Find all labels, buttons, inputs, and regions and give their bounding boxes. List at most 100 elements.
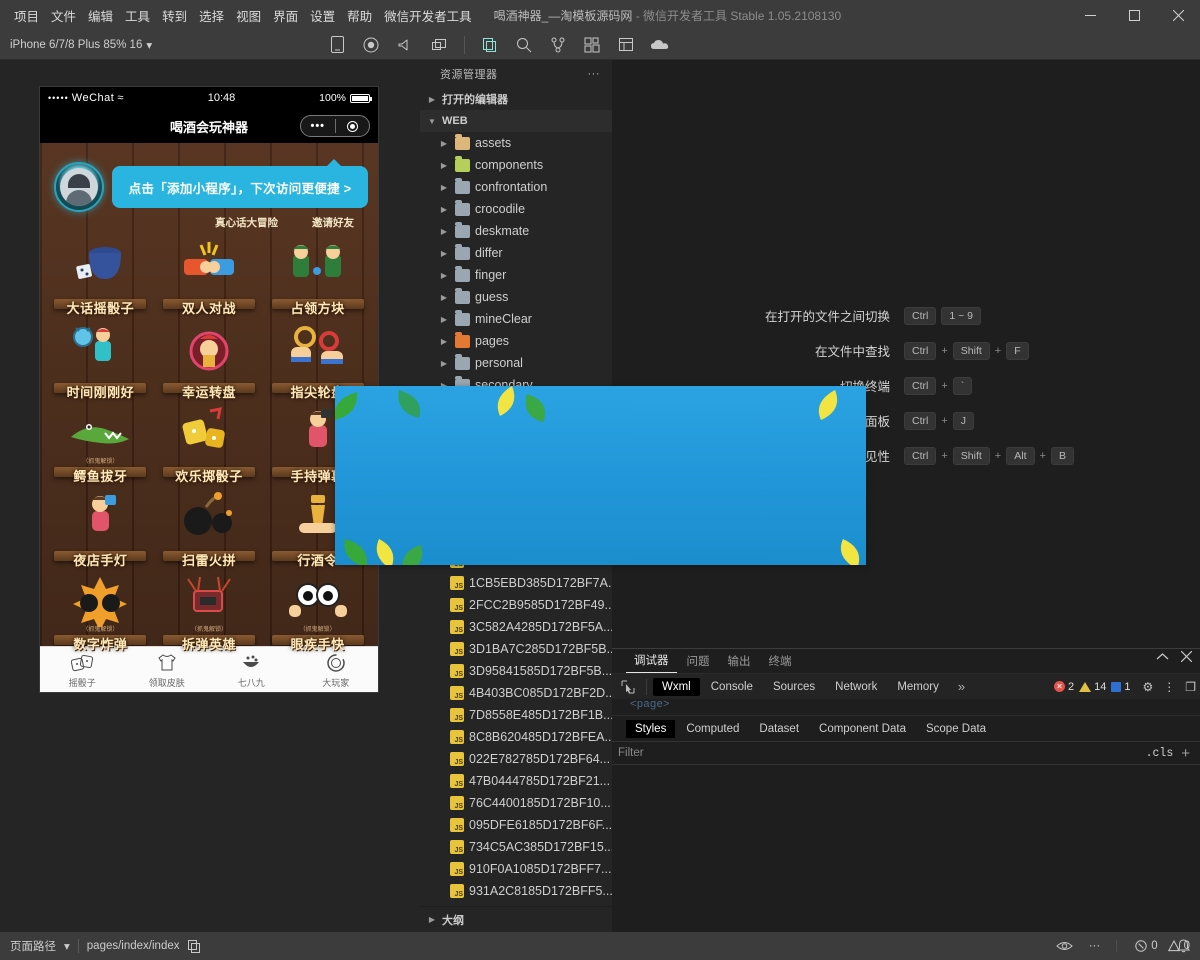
tree-row-file[interactable]: JS931A2C8185D172BFF5... bbox=[420, 880, 612, 902]
menu-item-tools[interactable]: 工具 bbox=[119, 2, 156, 29]
tree-row-file[interactable]: JS3D95841585D172BF5B... bbox=[420, 660, 612, 682]
tab-item-dice[interactable]: 摇骰子 bbox=[40, 647, 125, 693]
maximize-button[interactable] bbox=[1112, 0, 1156, 30]
sub-tab-computed[interactable]: Computed bbox=[677, 720, 748, 738]
menu-item-select[interactable]: 选择 bbox=[193, 2, 230, 29]
panel-tab-problems[interactable]: 问题 bbox=[679, 651, 718, 673]
sound-icon[interactable] bbox=[390, 33, 420, 57]
menu-item-interface[interactable]: 界面 bbox=[267, 2, 304, 29]
dock-icon[interactable]: ❐ bbox=[1185, 680, 1196, 694]
game-tile[interactable]: 时间刚刚好 bbox=[46, 321, 155, 405]
game-tile[interactable]: （抓鬼解锁） 拆弹英雄 bbox=[155, 573, 264, 657]
capsule-close-icon[interactable] bbox=[336, 121, 370, 132]
section-outline[interactable]: ▶ 大纲 bbox=[420, 906, 612, 932]
game-tile[interactable]: 扫雷火拼 bbox=[155, 489, 264, 573]
tree-row-folder[interactable]: ▶deskmate bbox=[420, 220, 612, 242]
search-icon[interactable] bbox=[509, 33, 539, 57]
capsule-menu-icon[interactable]: ••• bbox=[301, 120, 335, 132]
tree-row-file[interactable]: JS095DFE6185D172BF6F... bbox=[420, 814, 612, 836]
game-tile[interactable]: 大话摇骰子 bbox=[46, 237, 155, 321]
panel-tab-output[interactable]: 输出 bbox=[720, 651, 759, 673]
section-open-editors[interactable]: ▶ 打开的编辑器 bbox=[420, 88, 612, 110]
tree-row-file[interactable]: JS4B403BC085D172BF2D... bbox=[420, 682, 612, 704]
menu-item-view[interactable]: 视图 bbox=[230, 2, 267, 29]
tree-row-file[interactable]: JS910F0A1085D172BFF7... bbox=[420, 858, 612, 880]
entry-invite-friends[interactable]: 邀请好友 bbox=[312, 215, 354, 230]
promo-banner[interactable]: 点击「添加小程序」，下次访问更便捷 > bbox=[54, 161, 368, 213]
tree-row-file[interactable]: JS7D8558E485D172BF1B... bbox=[420, 704, 612, 726]
devtools-tab-console[interactable]: Console bbox=[702, 678, 762, 696]
menu-item-file[interactable]: 文件 bbox=[45, 2, 82, 29]
tree-row-file[interactable]: JS2FCC2B9585D172BF49... bbox=[420, 594, 612, 616]
warning-badge[interactable]: 14 bbox=[1079, 681, 1106, 693]
extensions-icon[interactable] bbox=[577, 33, 607, 57]
inspect-element-icon[interactable] bbox=[616, 677, 640, 697]
tree-row-folder[interactable]: ▶mineClear bbox=[420, 308, 612, 330]
layout-icon[interactable] bbox=[611, 33, 641, 57]
tree-row-file[interactable]: JS8C8B620485D172BFEA... bbox=[420, 726, 612, 748]
devtools-tab-sources[interactable]: Sources bbox=[764, 678, 824, 696]
entry-truth-or-dare[interactable]: 真心话大冒险 bbox=[215, 215, 278, 230]
chevron-down-icon[interactable]: ▾ bbox=[64, 939, 70, 953]
panel-tab-terminal[interactable]: 终端 bbox=[761, 651, 800, 673]
game-tile[interactable]: （抓鬼解锁） 数字炸弹 bbox=[46, 573, 155, 657]
panel-tab-debugger[interactable]: 调试器 bbox=[626, 650, 677, 673]
game-tile[interactable]: 夜店手灯 bbox=[46, 489, 155, 573]
tree-row-file[interactable]: JS022E782785D172BF64... bbox=[420, 748, 612, 770]
cls-toggle-button[interactable]: .cls bbox=[1146, 747, 1182, 760]
tree-row-folder[interactable]: ▶finger bbox=[420, 264, 612, 286]
tree-row-folder[interactable]: ▶assets bbox=[420, 132, 612, 154]
wxml-tree-row[interactable]: <page> bbox=[612, 699, 1200, 715]
add-rule-button[interactable]: + bbox=[1181, 745, 1194, 762]
tab-item-789[interactable]: 七八九 bbox=[209, 647, 294, 693]
gear-icon[interactable]: ⚙ bbox=[1142, 680, 1153, 694]
filter-input[interactable]: Filter bbox=[618, 747, 1146, 759]
sub-tab-scope-data[interactable]: Scope Data bbox=[917, 720, 995, 738]
tree-row-folder[interactable]: ▶pages bbox=[420, 330, 612, 352]
tree-row-folder[interactable]: ▶crocodile bbox=[420, 198, 612, 220]
cloud-icon[interactable] bbox=[645, 33, 675, 57]
tree-row-folder[interactable]: ▶differ bbox=[420, 242, 612, 264]
tree-row-file[interactable]: JS47B0444785D172BF21... bbox=[420, 770, 612, 792]
game-tile[interactable]: 幸运转盘 bbox=[155, 321, 264, 405]
bell-icon[interactable] bbox=[1177, 939, 1190, 953]
game-tile[interactable]: 占领方块 bbox=[263, 237, 372, 321]
tree-row-file[interactable]: JS76C4400185D172BF10... bbox=[420, 792, 612, 814]
devtools-tab-network[interactable]: Network bbox=[826, 678, 886, 696]
kebab-menu-icon[interactable]: ⋮ bbox=[1163, 680, 1175, 694]
copy-icon[interactable] bbox=[188, 940, 200, 953]
tree-row-file[interactable]: JS734C5AC385D172BF15... bbox=[420, 836, 612, 858]
menu-item-help[interactable]: 帮助 bbox=[341, 2, 378, 29]
game-tile[interactable]: 欢乐掷骰子 bbox=[155, 405, 264, 489]
tree-row-folder[interactable]: ▶confrontation bbox=[420, 176, 612, 198]
devtools-tab-wxml[interactable]: Wxml bbox=[653, 678, 700, 696]
device-selector[interactable]: iPhone 6/7/8 Plus 85% 16 ▾ bbox=[10, 38, 152, 52]
more-tabs-button[interactable]: » bbox=[950, 679, 973, 694]
tree-row-file[interactable]: JS3D1BA7C285D172BF5B... bbox=[420, 638, 612, 660]
menu-item-goto[interactable]: 转到 bbox=[156, 2, 193, 29]
sub-tab-styles[interactable]: Styles bbox=[626, 720, 675, 738]
tab-item-skin[interactable]: 领取皮肤 bbox=[125, 647, 210, 693]
menu-item-settings[interactable]: 设置 bbox=[304, 2, 341, 29]
page-path-value[interactable]: pages/index/index bbox=[87, 940, 180, 952]
record-icon[interactable] bbox=[356, 33, 386, 57]
sub-tab-dataset[interactable]: Dataset bbox=[750, 720, 808, 738]
menu-item-project[interactable]: 项目 bbox=[8, 2, 45, 29]
simulator-icon[interactable] bbox=[322, 33, 352, 57]
game-tile[interactable]: （抓鬼解锁） 鳄鱼拔牙 bbox=[46, 405, 155, 489]
sub-tab-component-data[interactable]: Component Data bbox=[810, 720, 915, 738]
section-web[interactable]: ▼ WEB bbox=[420, 110, 612, 132]
menu-item-edit[interactable]: 编辑 bbox=[82, 2, 119, 29]
info-badge[interactable]: 1 bbox=[1111, 681, 1130, 693]
branch-icon[interactable] bbox=[543, 33, 573, 57]
tree-row-file[interactable]: JS3C582A4285D172BF5A... bbox=[420, 616, 612, 638]
close-panel-button[interactable] bbox=[1181, 651, 1192, 665]
eye-icon[interactable] bbox=[1056, 940, 1073, 952]
minimize-button[interactable] bbox=[1068, 0, 1112, 30]
error-badge[interactable]: ✕ 2 bbox=[1054, 681, 1074, 693]
close-button[interactable] bbox=[1156, 0, 1200, 30]
devtools-tab-memory[interactable]: Memory bbox=[888, 678, 948, 696]
wechat-capsule[interactable]: ••• bbox=[300, 115, 370, 137]
tab-item-player[interactable]: 大玩家 bbox=[294, 647, 379, 693]
window-icon[interactable] bbox=[424, 33, 454, 57]
